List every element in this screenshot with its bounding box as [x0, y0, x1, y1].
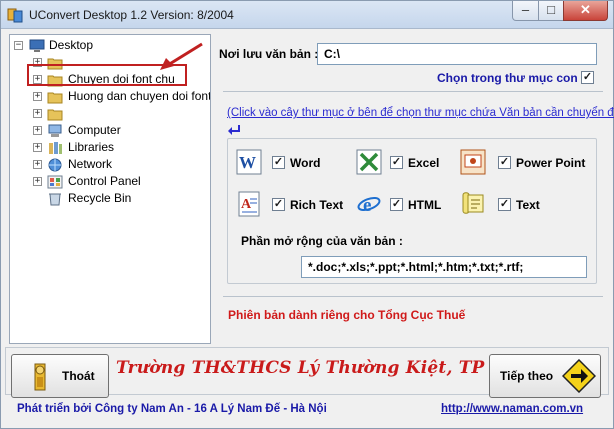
window-title: UConvert Desktop 1.2 Version: 8/2004: [29, 8, 234, 22]
format-label: HTML: [408, 198, 442, 212]
expand-toggle[interactable]: +: [33, 126, 42, 135]
desktop-icon: [29, 39, 45, 52]
app-icon: [7, 8, 23, 23]
extension-label: Phần mở rộng của văn bản :: [241, 234, 403, 248]
format-label: Excel: [408, 156, 440, 170]
computer-icon: [48, 124, 62, 137]
control-panel-icon: [47, 175, 63, 189]
powerpoint-icon: [460, 149, 486, 175]
close-button[interactable]: ✕: [563, 1, 608, 21]
tree-label: Network: [68, 157, 113, 171]
app-window: UConvert Desktop 1.2 Version: 8/2004 – □…: [0, 0, 614, 429]
tree-node-control-panel[interactable]: + Control Panel: [10, 173, 210, 190]
divider: [223, 296, 603, 297]
format-label: Power Point: [516, 156, 586, 170]
svg-text:W: W: [239, 153, 256, 172]
word-checkbox[interactable]: ✓: [272, 156, 285, 169]
expand-toggle[interactable]: +: [33, 177, 42, 186]
text-icon: [462, 192, 484, 214]
tree-node-libraries[interactable]: + Libraries: [10, 139, 210, 156]
network-icon: [48, 158, 62, 172]
next-button[interactable]: Tiếp theo: [489, 354, 601, 398]
expand-toggle[interactable]: +: [33, 160, 42, 169]
license-note: Phiên bản dành riêng cho Tổng Cục Thuế: [228, 308, 466, 322]
hint-link[interactable]: (Click vào cây thư mục ở bên để chọn thư…: [227, 107, 614, 119]
tree-label: Huong dan chuyen doi font ch: [68, 89, 211, 103]
website-link[interactable]: http://www.naman.com.vn: [441, 403, 583, 415]
folder-icon: [47, 92, 63, 104]
subfolder-checkbox[interactable]: ✓: [581, 71, 594, 84]
title-bar: UConvert Desktop 1.2 Version: 8/2004 – □…: [1, 1, 613, 29]
tree-label: Libraries: [68, 140, 115, 154]
html-checkbox[interactable]: ✓: [390, 198, 403, 211]
collapse-toggle[interactable]: −: [14, 41, 23, 50]
minimize-button[interactable]: –: [512, 1, 539, 21]
tree-node-network[interactable]: + Network: [10, 156, 210, 173]
next-label: Tiếp theo: [500, 369, 554, 383]
excel-icon: [356, 149, 382, 175]
folder-icon: [47, 109, 63, 121]
subfolder-label: Chọn trong thư mục con: [437, 71, 578, 85]
tree-label: Recycle Bin: [68, 191, 132, 205]
powerpoint-checkbox[interactable]: ✓: [498, 156, 511, 169]
tree-node-folder[interactable]: +: [10, 105, 210, 122]
format-label: Word: [290, 156, 321, 170]
annotation-arrow-icon: [160, 42, 203, 70]
text-checkbox[interactable]: ✓: [498, 198, 511, 211]
html-icon: e: [357, 195, 381, 216]
svg-text:e: e: [363, 195, 371, 216]
expand-toggle[interactable]: +: [33, 143, 42, 152]
tree-label: Control Panel: [68, 174, 141, 188]
maximize-button[interactable]: □: [538, 1, 564, 21]
exit-label: Thoát: [62, 369, 95, 383]
tree-node-huong-dan[interactable]: + Huong dan chuyen doi font ch: [10, 88, 210, 105]
tree-node-recycle-bin[interactable]: Recycle Bin: [10, 190, 210, 207]
format-label: Text: [516, 198, 540, 212]
arrow-right-icon: [562, 359, 596, 393]
extension-field[interactable]: *.doc;*.xls;*.ppt;*.html;*.htm;*.txt;*.r…: [301, 256, 587, 278]
exit-button[interactable]: Thoát: [11, 354, 109, 398]
libraries-icon: [49, 142, 62, 154]
excel-checkbox[interactable]: ✓: [390, 156, 403, 169]
format-label: Rich Text: [290, 198, 344, 212]
options-panel: Nơi lưu văn bản : C:\ Chọn trong thư mục…: [213, 34, 614, 344]
tree-label: Computer: [68, 123, 121, 137]
path-label: Nơi lưu văn bản :: [219, 47, 319, 61]
tree-label: Desktop: [49, 38, 94, 52]
tree-node-computer[interactable]: + Computer: [10, 122, 210, 139]
expand-toggle[interactable]: +: [33, 109, 42, 118]
return-arrow-icon: [228, 125, 240, 135]
rich-text-checkbox[interactable]: ✓: [272, 198, 285, 211]
rich-text-icon: A: [238, 191, 260, 217]
word-icon: W: [236, 149, 262, 175]
developer-credit: Phát triển bởi Công ty Nam An - 16 A Lý …: [17, 403, 327, 415]
exit-door-icon: [34, 363, 46, 391]
expand-toggle[interactable]: +: [33, 92, 42, 101]
recycle-bin-icon: [49, 193, 61, 206]
divider: [223, 91, 603, 92]
path-field[interactable]: C:\: [317, 43, 597, 65]
